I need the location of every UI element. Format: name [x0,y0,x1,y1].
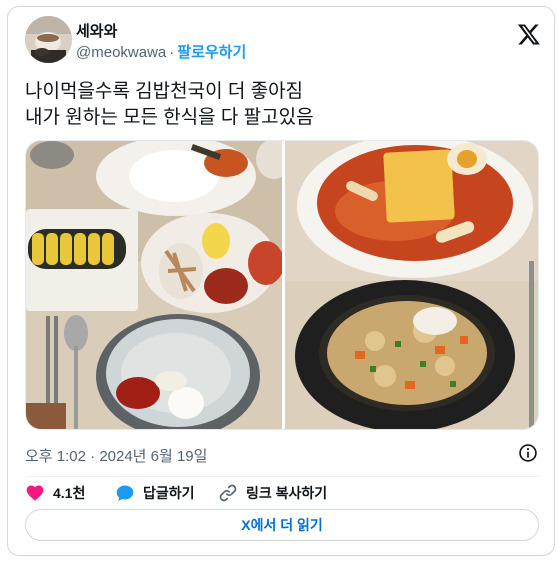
read-more-button[interactable]: X에서 더 읽기 [25,509,539,541]
reply-button[interactable]: 답글하기 [115,479,195,507]
info-icon[interactable] [518,443,538,463]
separator-dot: · [169,44,175,61]
time-separator: · [90,448,96,465]
link-icon [219,484,237,502]
follow-button[interactable]: 팔로우하기 [177,44,246,61]
copy-link-button[interactable]: 링크 복사하기 [218,479,327,507]
media-gap [282,141,285,429]
avatar-image [25,16,72,63]
photo-1[interactable] [26,141,282,429]
photo-2[interactable] [285,141,538,429]
user-handle[interactable]: @meokwawa [76,44,166,61]
handle-row: @meokwawa · 팔로우하기 [76,44,246,62]
gimbap-naengmyeon-tray-icon [26,141,282,429]
time[interactable]: 오후 1:02 [25,448,86,465]
tteokbokki-fried-rice-icon [285,141,538,429]
date[interactable]: 2024년 6월 19일 [99,448,207,465]
media-grid [25,140,539,430]
tweet-text-line-2: 내가 원하는 모든 한식을 다 팔고있음 [25,107,314,128]
like-button[interactable]: 4.1천 [25,479,85,507]
divider [25,476,539,477]
tweet-text-line-1: 나이먹을수록 김밥천국이 더 좋아짐 [25,81,304,102]
display-name[interactable]: 세와와 [76,23,117,41]
x-logo-icon[interactable] [517,22,541,46]
like-count: 4.1천 [53,485,86,501]
timestamp: 오후 1:02 · 2024년 6월 19일 [25,445,207,466]
avatar[interactable] [25,16,72,63]
reply-label: 답글하기 [143,485,195,501]
copy-link-label: 링크 복사하기 [246,485,328,501]
tweet-card: 세와와 @meokwawa · 팔로우하기 나이먹을수록 김밥천국이 더 좋아짐 내… [7,6,555,556]
tweet-text: 나이먹을수록 김밥천국이 더 좋아짐 내가 원하는 모든 한식을 다 팔고있음 [25,79,314,131]
heart-icon [26,485,44,501]
reply-bubble-icon [116,485,134,501]
